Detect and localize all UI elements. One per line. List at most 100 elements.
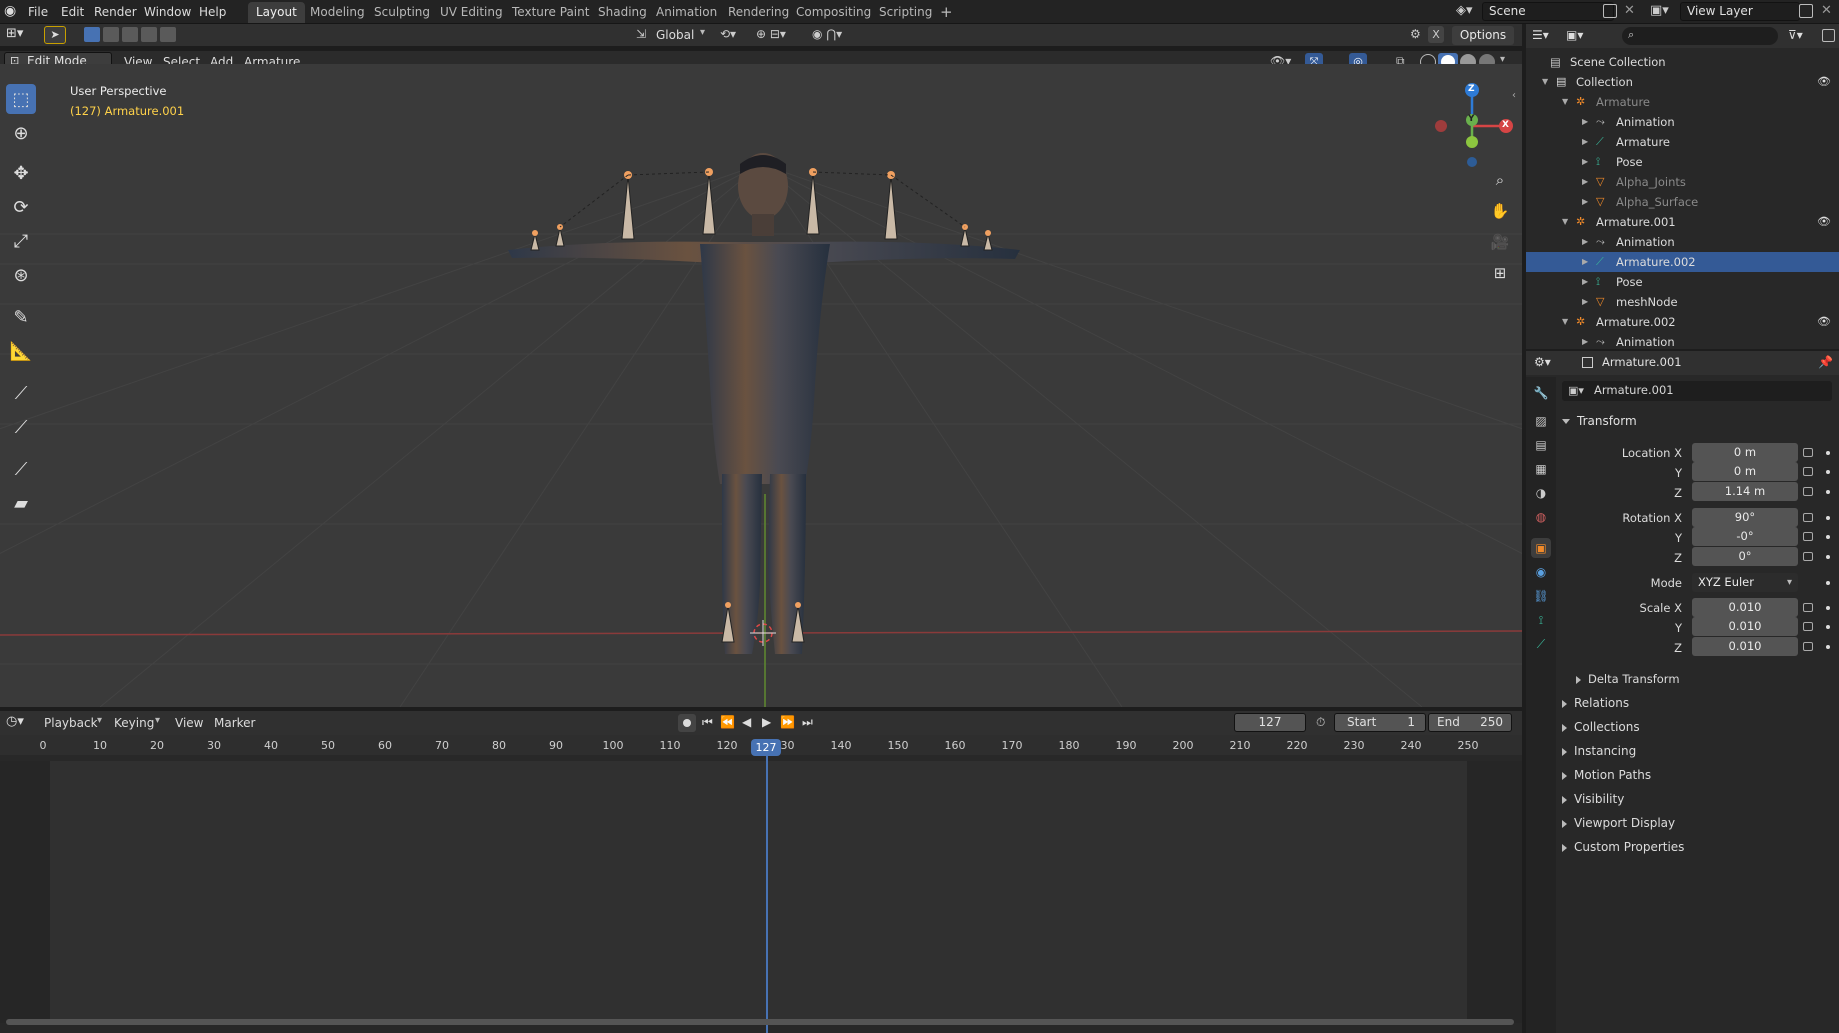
editor-type-icon[interactable]: ⊞▾ xyxy=(6,26,23,41)
bone-tab-icon[interactable]: ⟋ xyxy=(1531,634,1551,654)
select-mode-intersect-icon[interactable] xyxy=(160,27,176,42)
bone-size-icon[interactable]: ⟋ xyxy=(6,412,36,442)
properties-section-header[interactable]: Custom Properties xyxy=(1562,840,1684,854)
armature-data-tab-icon[interactable]: ⟟ xyxy=(1531,610,1551,630)
transform-panel-header[interactable]: Transform xyxy=(1562,414,1637,428)
menu-render[interactable]: Render xyxy=(94,4,137,20)
play-reverse-icon[interactable]: ◀ xyxy=(742,715,751,729)
timeline-scrollbar[interactable] xyxy=(6,1019,1514,1025)
visibility-eye-icon[interactable]: 👁 xyxy=(1817,72,1831,92)
new-scene-icon[interactable] xyxy=(1603,4,1617,18)
scene-name-field[interactable]: Scene xyxy=(1482,2,1614,21)
character-mesh[interactable] xyxy=(0,64,1522,707)
expand-arrow-icon[interactable]: ▶ xyxy=(1582,192,1588,212)
outliner-row[interactable]: ▶ ▽ Alpha_Joints xyxy=(1526,172,1839,192)
prev-keyframe-icon[interactable]: ⏪ xyxy=(720,715,735,729)
blender-logo-icon[interactable]: ◉ xyxy=(4,3,20,19)
world-tab-icon[interactable]: ◍ xyxy=(1531,507,1551,527)
output-tab-icon[interactable]: ▤ xyxy=(1531,435,1551,455)
object-name-field[interactable]: ▣▾ Armature.001 xyxy=(1562,381,1832,401)
constraints-tab-icon[interactable]: ⛓ xyxy=(1531,586,1551,606)
lock-icon[interactable] xyxy=(1803,513,1813,522)
keyframe-dot-icon[interactable] xyxy=(1826,645,1830,649)
timeline-area[interactable]: 0 10 20 30 40 50 60 70 80 90 100 110 120 130 140 150 160… xyxy=(0,735,1522,1033)
move-icon[interactable]: ✥ xyxy=(6,158,36,188)
object-tab-icon[interactable]: ▣ xyxy=(1531,538,1551,558)
visibility-eye-icon[interactable]: 👁 xyxy=(1817,312,1831,332)
expand-arrow-icon[interactable]: ▶ xyxy=(1582,332,1588,352)
rotation-z-field[interactable]: 0° xyxy=(1692,547,1798,566)
select-box-icon[interactable]: ⬚ xyxy=(6,84,36,114)
rotation-mode-dropdown[interactable]: XYZ Euler ▾ xyxy=(1692,573,1798,592)
tab-scripting[interactable]: Scripting xyxy=(871,2,940,23)
add-workspace-icon[interactable]: + xyxy=(940,3,953,21)
outliner-row[interactable]: ▼ ✲ Armature xyxy=(1526,92,1839,112)
delta-transform-subpanel[interactable]: Delta Transform xyxy=(1576,672,1680,686)
properties-editor-type-icon[interactable]: ⚙▾ xyxy=(1534,355,1551,369)
properties-section-header[interactable]: Instancing xyxy=(1562,744,1636,758)
select-mode-set-icon[interactable] xyxy=(84,27,100,42)
tab-shading[interactable]: Shading xyxy=(590,2,655,23)
outliner-root[interactable]: ▤ Scene Collection xyxy=(1526,52,1839,72)
properties-section-header[interactable]: Viewport Display xyxy=(1562,816,1675,830)
outliner-editor-type-icon[interactable]: ☰▾ xyxy=(1532,28,1549,42)
expand-arrow-icon[interactable]: ▶ xyxy=(1582,272,1588,292)
new-collection-icon[interactable] xyxy=(1822,29,1835,42)
current-frame-field[interactable]: 127 xyxy=(1234,713,1306,732)
collapse-arrow-icon[interactable]: ▼ xyxy=(1562,312,1568,332)
lock-icon[interactable] xyxy=(1803,532,1813,541)
outliner-search-input[interactable] xyxy=(1622,27,1778,45)
new-view-layer-icon[interactable] xyxy=(1799,4,1813,18)
options-dropdown[interactable]: Options xyxy=(1452,26,1514,45)
outliner-row[interactable]: ▶ ▽ Alpha_Surface xyxy=(1526,192,1839,212)
tab-animation[interactable]: Animation xyxy=(648,2,725,23)
delete-scene-icon[interactable]: ✕ xyxy=(1624,3,1635,18)
menu-help[interactable]: Help xyxy=(199,4,226,20)
physics-tab-icon[interactable]: ◉ xyxy=(1531,562,1551,582)
properties-section-header[interactable]: Collections xyxy=(1562,720,1640,734)
pin-icon[interactable]: 📌 xyxy=(1818,355,1833,369)
bone-envelope-icon[interactable]: ▰ xyxy=(6,488,36,518)
timeline-editor-type-icon[interactable]: ◷▾ xyxy=(6,714,24,729)
outliner-row[interactable]: ▶ ▽ meshNode xyxy=(1526,292,1839,312)
close-icon[interactable]: X xyxy=(1428,26,1444,43)
lock-icon[interactable] xyxy=(1803,603,1813,612)
select-mode-extend-icon[interactable] xyxy=(103,27,119,42)
record-icon[interactable] xyxy=(678,714,696,732)
outliner-row[interactable]: ▶ ⟟ Pose xyxy=(1526,152,1839,172)
tab-uv-editing[interactable]: UV Editing xyxy=(432,2,511,23)
playhead-frame-badge[interactable]: 127 xyxy=(751,739,781,756)
expand-arrow-icon[interactable]: ▶ xyxy=(1582,292,1588,312)
collapse-arrow-icon[interactable]: ▼ xyxy=(1562,212,1568,232)
menu-edit[interactable]: Edit xyxy=(61,4,84,20)
3d-viewport[interactable]: User Perspective (127) Armature.001 Z X … xyxy=(0,64,1522,707)
expand-arrow-icon[interactable]: ▶ xyxy=(1582,232,1588,252)
timeline-menu-marker[interactable]: Marker xyxy=(214,714,255,732)
preview-range-icon[interactable]: ⏱ xyxy=(1316,715,1325,730)
outliner-row[interactable]: ▼ ✲ Armature.001 👁 xyxy=(1526,212,1839,232)
outliner-row[interactable]: ▶ ⤳ Animation xyxy=(1526,232,1839,252)
zoom-icon[interactable]: ⌕ xyxy=(1487,167,1513,193)
bone-extrude-icon[interactable]: ⟋ xyxy=(6,378,36,408)
properties-section-header[interactable]: Motion Paths xyxy=(1562,768,1651,782)
timeline-menu-keying[interactable]: Keying xyxy=(114,714,154,732)
keyframe-dot-icon[interactable] xyxy=(1826,581,1830,585)
rotation-x-field[interactable]: 90° xyxy=(1692,508,1798,527)
rotation-y-field[interactable]: -0° xyxy=(1692,527,1798,546)
start-frame-field[interactable]: Start 1 xyxy=(1334,713,1426,732)
menu-file[interactable]: File xyxy=(28,4,48,20)
scene-browse-icon[interactable]: ◈▾ xyxy=(1456,3,1480,20)
properties-section-header[interactable]: Relations xyxy=(1562,696,1629,710)
pan-hand-icon[interactable]: ✋ xyxy=(1487,198,1513,224)
delete-view-layer-icon[interactable]: ✕ xyxy=(1821,3,1832,18)
timeline-menu-view[interactable]: View xyxy=(175,714,203,732)
keyframe-dot-icon[interactable] xyxy=(1826,516,1830,520)
timeline-menu-playback[interactable]: Playback xyxy=(44,714,98,732)
lock-icon[interactable] xyxy=(1803,467,1813,476)
properties-section-header[interactable]: Visibility xyxy=(1562,792,1624,806)
view-layer-tab-icon[interactable]: ▦ xyxy=(1531,459,1551,479)
menu-window[interactable]: Window xyxy=(144,4,191,20)
view-layer-field[interactable]: View Layer xyxy=(1680,2,1800,21)
scene-tab-icon[interactable]: ◑ xyxy=(1531,483,1551,503)
expand-arrow-icon[interactable]: ▶ xyxy=(1582,172,1588,192)
